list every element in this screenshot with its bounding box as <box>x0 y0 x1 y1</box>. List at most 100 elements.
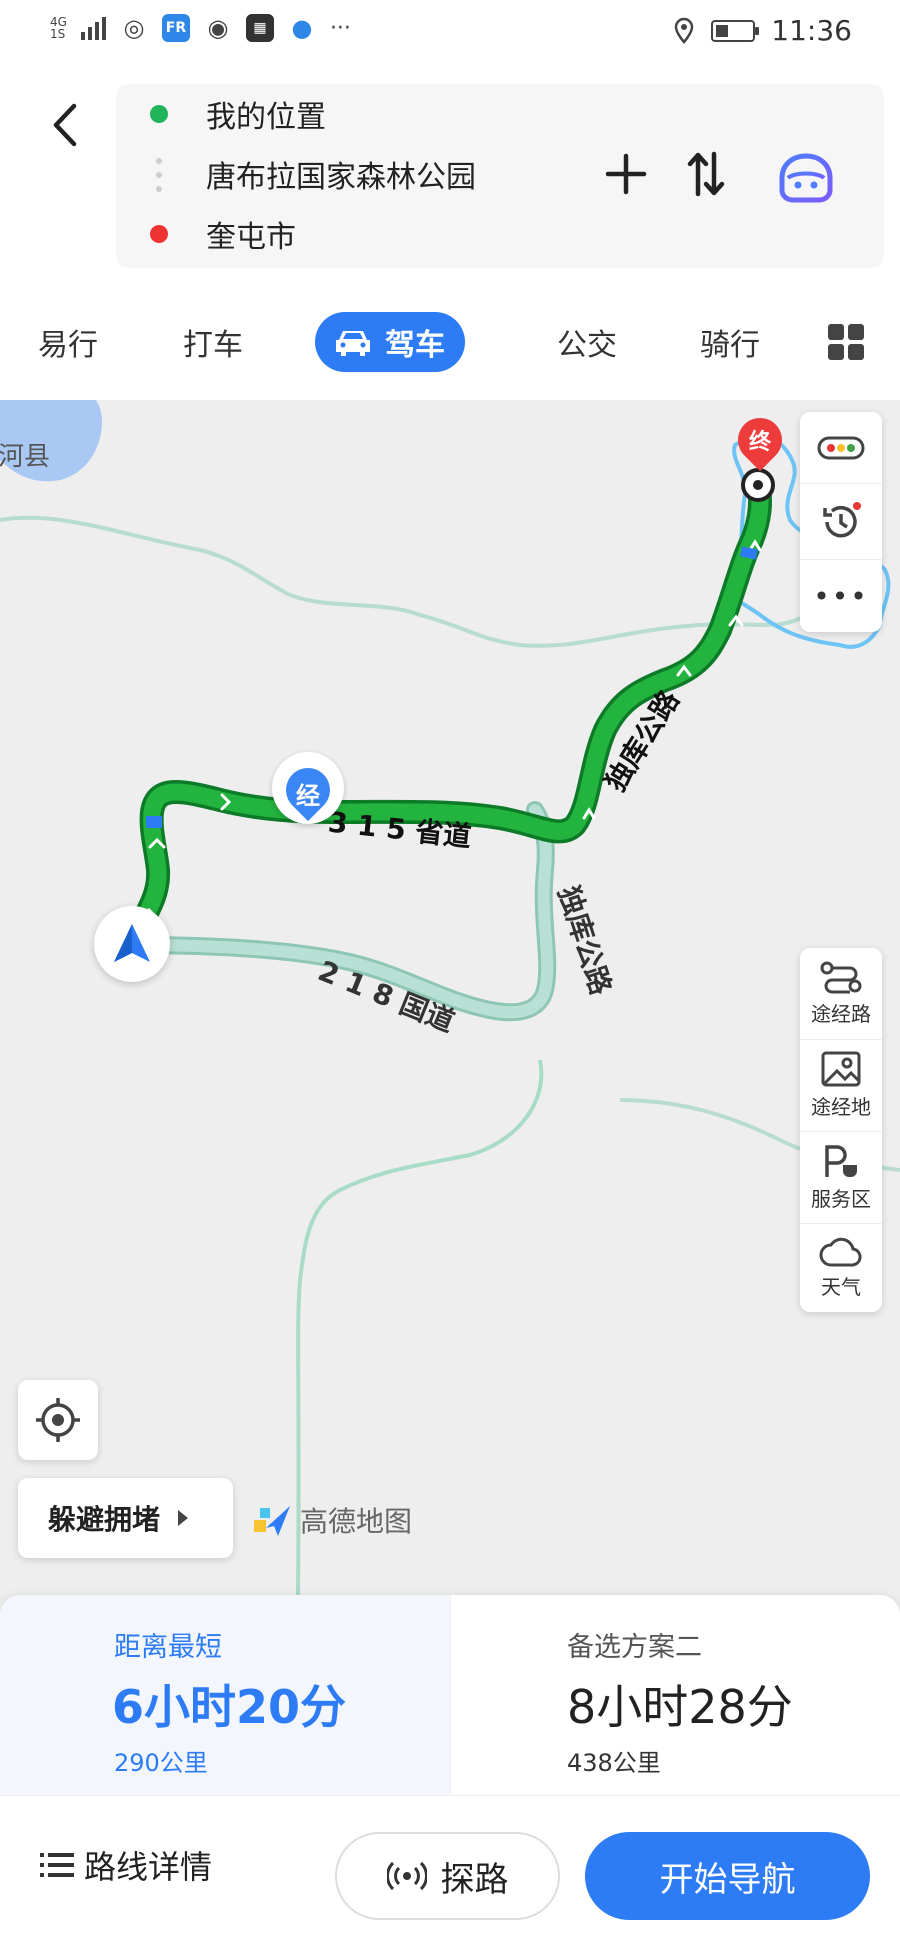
service-area-icon <box>825 1145 857 1177</box>
more-icon: ••• <box>813 579 869 613</box>
start-navigation-button[interactable]: 开始导航 <box>585 1832 870 1920</box>
service-area-button[interactable]: 服务区 <box>800 1132 882 1224</box>
destination-marker-label: 终 <box>748 430 771 455</box>
location-pin-icon <box>675 17 694 44</box>
place-label: 河县 <box>0 442 51 472</box>
via-road-icon <box>820 961 862 994</box>
assistant-button[interactable] <box>772 142 840 206</box>
tab-taxi[interactable]: 打车 <box>183 312 243 372</box>
map-tools-top: ••• <box>800 412 882 632</box>
netease-icon: ◎ <box>123 14 145 42</box>
route-header: 我的位置 唐布拉国家森林公园 奎屯市 易行 打车 驾车 公交 骑行 <box>0 64 900 400</box>
clock: 11:36 <box>771 14 852 47</box>
more-notifications-icon: ··· <box>329 15 351 41</box>
waypoint-marker-label: 经 <box>296 782 320 810</box>
game-app-icon: ▦ <box>245 14 274 42</box>
end-dot-icon <box>150 225 168 243</box>
back-arrow-icon <box>53 103 77 147</box>
locate-me-button[interactable] <box>18 1380 98 1460</box>
more-button[interactable]: ••• <box>800 560 882 632</box>
navigation-arrow-icon <box>114 924 150 962</box>
back-button[interactable] <box>34 90 94 160</box>
drag-handle-icon[interactable] <box>156 158 162 200</box>
assistant-robot-icon <box>779 146 833 203</box>
plan-duration: 6小时20分 <box>112 1680 347 1734</box>
via-road-label: 途经路 <box>811 1002 871 1026</box>
end-location[interactable]: 奎屯市 <box>206 212 296 256</box>
plan-distance: 438公里 <box>567 1749 661 1777</box>
current-location-marker <box>94 906 170 982</box>
plan-distance: 290公里 <box>114 1749 208 1777</box>
history-icon <box>823 501 861 537</box>
map-view[interactable]: 河县 3 1 5 省道 2 1 8 国道 独库公路 独库公路 经 终 ••• 途… <box>0 400 900 1595</box>
route-segment <box>740 546 758 560</box>
plan-option-2[interactable]: 备选方案二 8小时28分 438公里 <box>450 1595 900 1795</box>
plan-option-1[interactable]: 距离最短 6小时20分 290公里 <box>0 1595 450 1795</box>
battery-icon <box>711 19 760 42</box>
status-right: 11:36 <box>673 14 852 47</box>
more-modes-grid-icon[interactable] <box>828 324 864 360</box>
tab-label: 驾车 <box>385 328 445 363</box>
broadcast-icon <box>386 1861 427 1891</box>
start-location[interactable]: 我的位置 <box>206 92 326 136</box>
plan-name: 距离最短 <box>114 1632 222 1663</box>
probe-road-label: 探路 <box>440 1859 509 1900</box>
fr-app-icon: FR <box>161 14 190 42</box>
via-road-button[interactable]: 途经路 <box>800 948 882 1040</box>
browser-app-icon: ● <box>291 14 313 42</box>
route-plans: 距离最短 6小时20分 290公里 备选方案二 8小时28分 438公里 <box>0 1595 900 1795</box>
map-brand-watermark: 高德地图 <box>252 1500 412 1540</box>
probe-road-button[interactable]: 探路 <box>335 1832 560 1920</box>
via-place-icon <box>821 1051 861 1087</box>
start-navigation-label: 开始导航 <box>659 1859 796 1900</box>
camera-app-icon: ◉ <box>207 14 229 42</box>
via-place-button[interactable]: 途经地 <box>800 1040 882 1132</box>
weather-cloud-icon <box>819 1237 862 1267</box>
bottom-action-bar: 路线详情 探路 开始导航 <box>0 1795 900 1950</box>
waypoint-location[interactable]: 唐布拉国家森林公园 <box>206 152 476 196</box>
travel-mode-tabs: 易行 打车 驾车 公交 骑行 <box>0 300 900 380</box>
caret-right-icon <box>178 1510 189 1526</box>
network-indicator: 4G 1S <box>50 15 67 41</box>
amap-logo-icon <box>254 1506 290 1536</box>
tab-label: 公交 <box>557 328 617 363</box>
start-dot-icon <box>150 105 168 123</box>
plan-name: 备选方案二 <box>567 1632 702 1663</box>
plus-icon <box>605 153 647 195</box>
crosshair-icon <box>36 1398 80 1442</box>
tab-cycling[interactable]: 骑行 <box>700 312 760 372</box>
plan-duration: 8小时28分 <box>567 1680 793 1734</box>
avoid-congestion-label: 躲避拥堵 <box>48 1503 161 1536</box>
destination-node-dot <box>753 480 763 490</box>
brand-text: 高德地图 <box>300 1505 413 1538</box>
swap-icon <box>687 151 725 197</box>
destination-marker[interactable]: 终 <box>728 408 792 474</box>
service-area-label: 服务区 <box>811 1187 871 1211</box>
status-bar: 4G 1S ◎ FR ◉ ▦ ● ··· 11:36 <box>0 0 900 64</box>
history-button[interactable] <box>800 484 882 560</box>
route-options-panel: 途经路 途经地 服务区 天气 <box>800 948 882 1312</box>
waypoint-marker[interactable]: 经 <box>272 752 344 824</box>
add-waypoint-button[interactable] <box>594 142 658 206</box>
route-details-button[interactable]: 路线详情 <box>40 1842 212 1888</box>
map-canvas <box>0 400 900 1595</box>
tab-easy-travel[interactable]: 易行 <box>38 312 98 372</box>
via-place-label: 途经地 <box>811 1095 871 1119</box>
tab-label: 骑行 <box>700 328 760 363</box>
tab-label: 打车 <box>183 328 243 363</box>
boundary-line <box>0 515 802 648</box>
route-input-card: 我的位置 唐布拉国家森林公园 奎屯市 <box>116 84 884 268</box>
tab-transit[interactable]: 公交 <box>557 312 617 372</box>
signal-icon <box>80 16 106 40</box>
weather-label: 天气 <box>821 1274 861 1299</box>
avoid-congestion-button[interactable]: 躲避拥堵 <box>18 1478 233 1558</box>
traffic-button[interactable] <box>800 412 882 484</box>
tab-label: 易行 <box>38 328 98 363</box>
status-left: 4G 1S ◎ FR ◉ ▦ ● ··· <box>50 14 351 42</box>
weather-button[interactable]: 天气 <box>800 1224 882 1312</box>
list-icon <box>40 1853 74 1877</box>
swap-route-button[interactable] <box>674 142 738 206</box>
route-details-label: 路线详情 <box>84 1848 213 1886</box>
tab-drive[interactable]: 驾车 <box>315 312 465 372</box>
traffic-icon <box>817 436 865 459</box>
